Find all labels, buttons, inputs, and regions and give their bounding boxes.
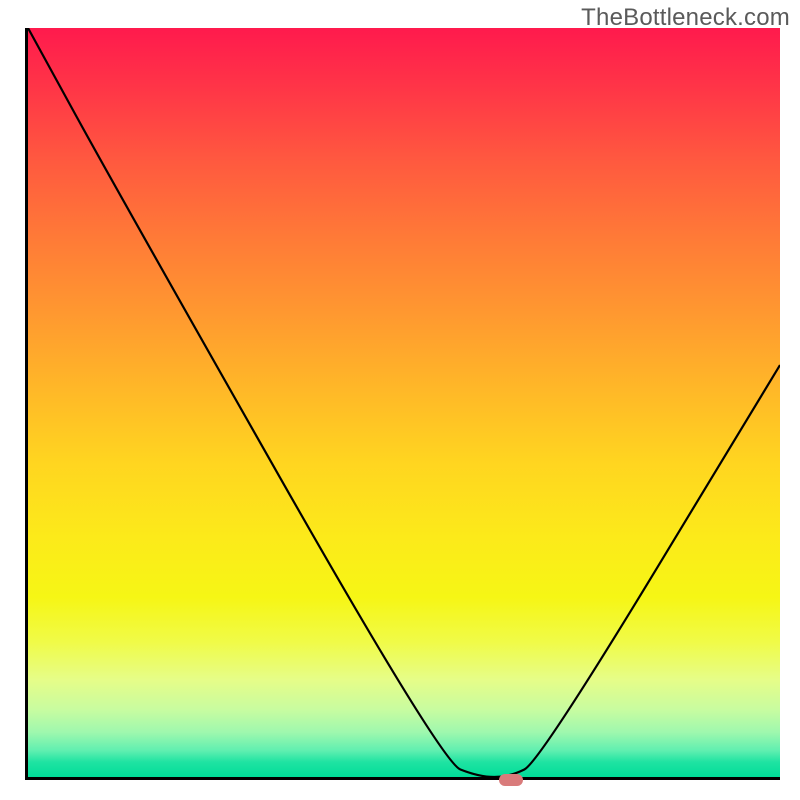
plot-area [25, 28, 780, 780]
bottleneck-curve [28, 28, 780, 777]
optimum-marker [499, 774, 523, 786]
watermark-text: TheBottleneck.com [581, 4, 790, 32]
chart-container: TheBottleneck.com [0, 0, 800, 800]
